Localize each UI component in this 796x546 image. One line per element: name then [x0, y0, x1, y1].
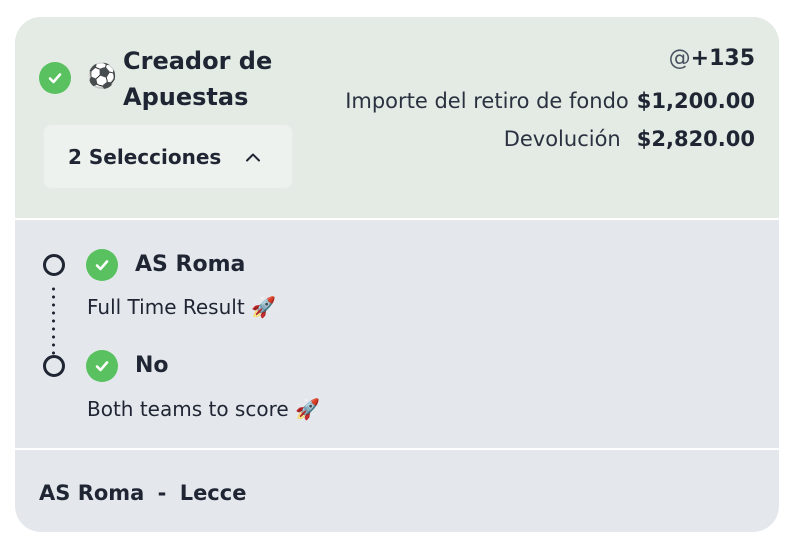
return-label: Devolución	[503, 127, 621, 151]
stake-value: $1,200.00	[636, 89, 755, 113]
match-teams[interactable]: AS Roma - Lecce	[39, 481, 246, 505]
divider	[15, 448, 779, 450]
odds-value: +135	[690, 46, 755, 71]
odds-prefix: @	[668, 46, 691, 71]
selection-name: No	[135, 353, 169, 378]
leg-connector	[52, 285, 55, 357]
bet-title-line2: Apuestas	[123, 83, 249, 111]
bet-title-line1: Creador de	[123, 47, 273, 75]
selections-toggle-button[interactable]: 2 Selecciones	[42, 123, 294, 190]
home-team: AS Roma	[39, 481, 145, 505]
divider	[15, 218, 779, 220]
return-value: $2,820.00	[636, 127, 755, 151]
won-check-icon	[86, 350, 118, 382]
bet-header: ⚽ Creador de Apuestas 2 Selecciones @+13…	[15, 17, 779, 218]
selection-market: Both teams to score 🚀	[87, 397, 320, 421]
bet-card: ⚽ Creador de Apuestas 2 Selecciones @+13…	[15, 17, 779, 532]
odds-display: @+135	[669, 46, 755, 71]
leg-ring-icon	[43, 254, 65, 276]
selection-market: Full Time Result 🚀	[87, 295, 276, 319]
selections-toggle-label: 2 Selecciones	[68, 144, 222, 169]
selection-name: AS Roma	[135, 252, 246, 277]
bet-title: Creador de Apuestas	[123, 43, 272, 115]
soccer-ball-icon: ⚽	[87, 62, 117, 90]
won-check-icon	[86, 249, 118, 281]
team-separator: -	[157, 481, 167, 505]
chevron-up-icon	[246, 153, 261, 161]
stake-row: Importe del retiro de fondo $1,200.00	[345, 89, 755, 113]
leg-ring-icon	[43, 355, 65, 377]
return-row: Devolución $2,820.00	[504, 127, 755, 151]
away-team: Lecce	[179, 481, 247, 505]
won-check-icon	[39, 62, 71, 94]
stake-label: Importe del retiro de fondo	[345, 89, 629, 113]
